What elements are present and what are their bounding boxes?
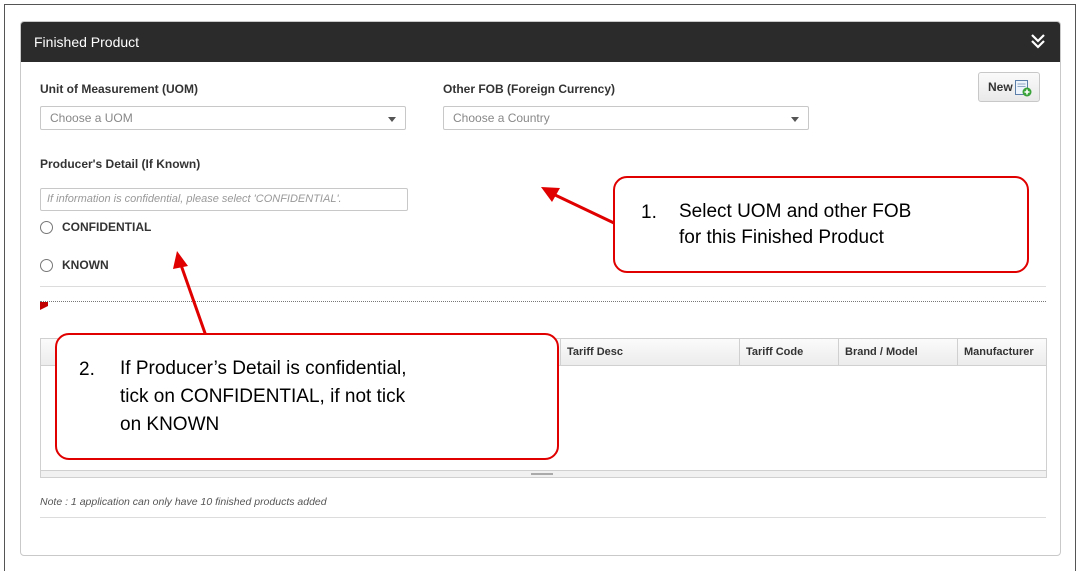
red-flag-icon xyxy=(40,302,48,310)
radio-circle-icon[interactable] xyxy=(40,258,53,272)
chevron-down-icon xyxy=(388,117,396,122)
note-text: Note : 1 application can only have 10 fi… xyxy=(40,496,327,508)
producer-label: Producer's Detail (If Known) xyxy=(40,157,201,171)
fob-select[interactable]: Choose a Country xyxy=(443,106,809,130)
radio-circle-icon[interactable] xyxy=(40,220,53,234)
producer-detail-input[interactable]: If information is confidential, please s… xyxy=(40,188,408,211)
divider xyxy=(40,286,1046,287)
uom-select[interactable]: Choose a UOM xyxy=(40,106,406,130)
divider xyxy=(40,517,1046,518)
panel-header[interactable]: Finished Product xyxy=(21,22,1060,62)
table-resize-bar[interactable] xyxy=(41,470,1046,477)
callout-2-line-1: If Producer’s Detail is confidential, xyxy=(120,358,407,379)
add-document-icon xyxy=(1015,80,1032,97)
radio-known-label: KNOWN xyxy=(62,258,109,272)
callout-2: 2. If Producer’s Detail is confidential,… xyxy=(55,333,559,460)
uom-select-value: Choose a UOM xyxy=(50,111,133,125)
column-brand-model[interactable]: Brand / Model xyxy=(838,339,957,366)
double-chevron-down-icon[interactable] xyxy=(1030,32,1046,50)
callout-1-number: 1. xyxy=(641,202,657,223)
producer-detail-placeholder: If information is confidential, please s… xyxy=(47,193,342,205)
dotted-divider xyxy=(40,301,1046,302)
uom-label: Unit of Measurement (UOM) xyxy=(40,82,199,96)
column-tariff-code[interactable]: Tariff Code xyxy=(739,339,838,366)
new-button[interactable]: New xyxy=(978,72,1040,102)
finished-product-panel: Finished Product Unit of Measurement (UO… xyxy=(20,21,1061,556)
chevron-down-icon xyxy=(791,117,799,122)
radio-known[interactable]: KNOWN xyxy=(40,258,109,272)
panel-title: Finished Product xyxy=(34,34,140,50)
resize-grip-icon[interactable] xyxy=(531,473,553,475)
radio-confidential[interactable]: CONFIDENTIAL xyxy=(40,220,151,234)
callout-2-number: 2. xyxy=(79,359,95,380)
radio-confidential-label: CONFIDENTIAL xyxy=(62,220,152,234)
callout-1-line-1: Select UOM and other FOB xyxy=(679,201,912,222)
column-manufacturer[interactable]: Manufacturer xyxy=(957,339,1047,366)
fob-label: Other FOB (Foreign Currency) xyxy=(443,82,616,96)
callout-1: 1. Select UOM and other FOB for this Fin… xyxy=(613,176,1029,273)
callout-2-line-2: tick on CONFIDENTIAL, if not tick xyxy=(120,386,406,407)
fob-select-value: Choose a Country xyxy=(453,111,550,125)
callout-1-line-2: for this Finished Product xyxy=(679,227,884,248)
callout-2-line-3: on KNOWN xyxy=(120,414,220,435)
new-button-label: New xyxy=(988,80,1013,94)
column-tariff-desc[interactable]: Tariff Desc xyxy=(560,339,739,366)
